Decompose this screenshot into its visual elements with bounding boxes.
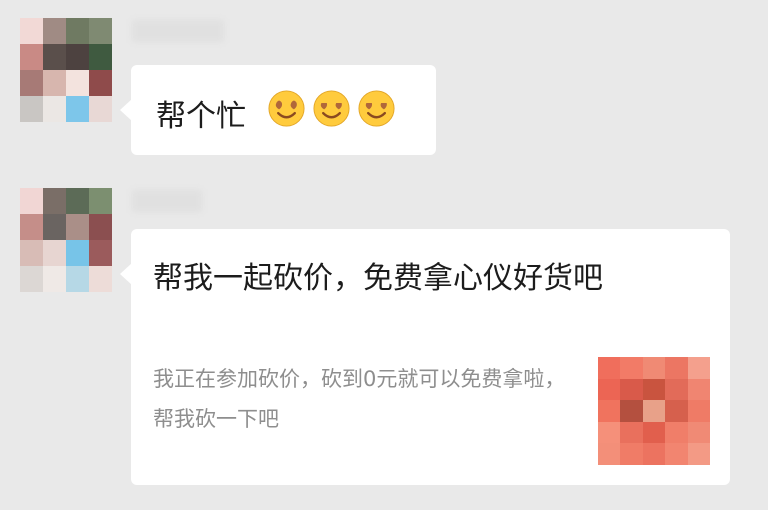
share-card-bubble[interactable]: 帮我一起砍价，免费拿心仪好货吧 我正在参加砍价，砍到0元就可以免费拿啦，帮我砍一… xyxy=(120,229,730,485)
share-card-description: 我正在参加砍价，砍到0元就可以免费拿啦，帮我砍一下吧 xyxy=(153,367,566,431)
share-card-title: 帮我一起砍价，免费拿心仪好货吧 xyxy=(153,261,603,296)
avatar[interactable] xyxy=(20,188,112,292)
heart-eyes-emoji-icon xyxy=(313,90,350,127)
sender-name xyxy=(132,20,224,42)
share-card-thumbnail xyxy=(598,357,710,465)
emoji-row xyxy=(268,90,403,127)
sender-name xyxy=(132,190,202,212)
avatar[interactable] xyxy=(20,18,112,122)
message-text: 帮个忙 xyxy=(156,99,246,134)
heart-eyes-emoji-icon xyxy=(358,90,395,127)
heart-eyes-emoji-icon xyxy=(268,90,305,127)
message-bubble[interactable]: 帮个忙 xyxy=(120,65,436,155)
